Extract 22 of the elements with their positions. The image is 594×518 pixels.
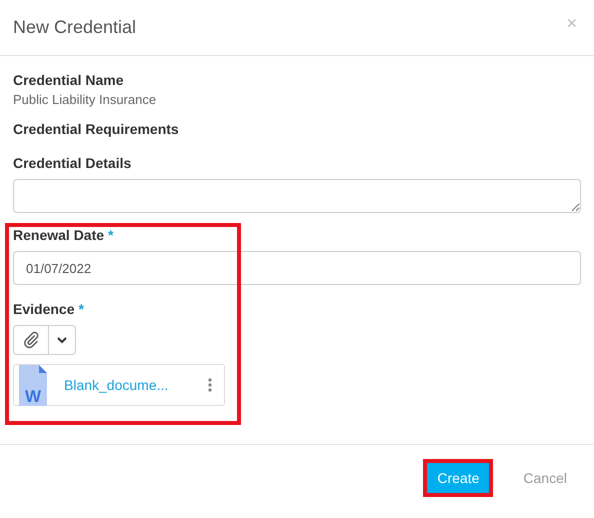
date-field[interactable]: 01/07/2022 <box>13 251 581 285</box>
chevron-down-icon <box>56 336 68 344</box>
section-label: Credential Requirements <box>13 121 180 137</box>
field-label: Credential Name <box>13 72 124 88</box>
required-marker: * <box>108 227 114 243</box>
dialog-title: New Credential <box>13 17 136 38</box>
required-marker: * <box>78 301 84 317</box>
word-document-icon: W <box>19 364 47 406</box>
details-field[interactable] <box>13 179 581 213</box>
create-button[interactable]: Create <box>427 462 490 492</box>
field-label: Evidence * <box>13 301 85 317</box>
attach-button[interactable] <box>13 325 49 355</box>
field-label: Renewal Date * <box>13 227 114 243</box>
dropdown-button[interactable] <box>49 325 76 355</box>
more-options-icon[interactable] <box>208 378 212 392</box>
close-button[interactable]: × <box>562 13 581 34</box>
cancel-button[interactable]: Cancel <box>523 470 567 486</box>
file-card[interactable]: W Blank_docume... <box>13 364 225 406</box>
file-link[interactable]: Blank_docume... <box>64 377 208 393</box>
paperclip-icon <box>22 331 40 349</box>
field-value: Public Liability Insurance <box>13 92 158 107</box>
field-label: Credential Details <box>13 155 132 171</box>
